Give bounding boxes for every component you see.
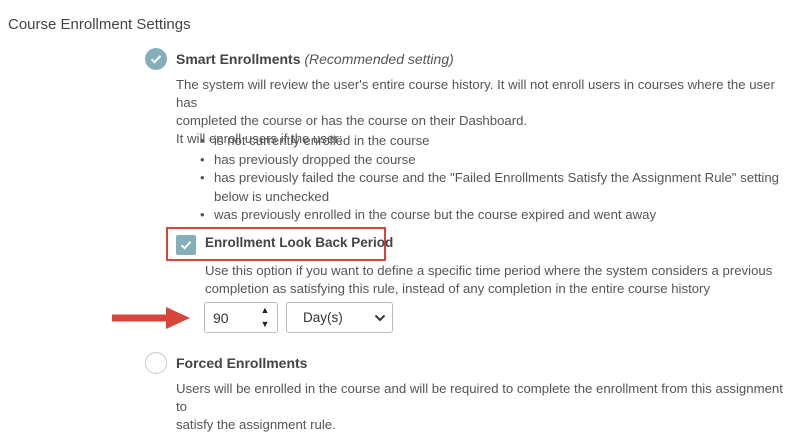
lookback-help: Use this option if you want to define a … <box>205 262 795 298</box>
list-item: is not currently enrolled in the course <box>198 132 779 151</box>
lookback-unit-select[interactable]: Day(s) <box>286 302 393 333</box>
red-arrow-icon <box>112 307 190 329</box>
smart-description-line: The system will review the user's entire… <box>176 77 775 110</box>
forced-description: Users will be enrolled in the course and… <box>176 380 796 434</box>
forced-enrollments-radio[interactable] <box>145 352 167 374</box>
smart-enrollments-title: Smart Enrollments (Recommended setting) <box>176 51 454 67</box>
lookback-unit: Day(s) <box>303 310 343 325</box>
list-item: has previously failed the course and the… <box>198 169 779 188</box>
stepper-spin[interactable]: ▲ ▼ <box>257 305 273 330</box>
section-title: Course Enrollment Settings <box>8 16 191 33</box>
chevron-down-icon <box>374 314 386 322</box>
lookback-value[interactable]: 90 <box>213 310 229 326</box>
smart-description-line: completed the course or has the course o… <box>176 113 528 128</box>
lookback-help-line: completion as satisfying this rule, inst… <box>205 281 711 296</box>
forced-enrollments-title: Forced Enrollments <box>176 355 308 371</box>
check-icon <box>180 241 192 250</box>
smart-enrollments-label: Smart Enrollments <box>176 51 301 67</box>
list-item: was previously enrolled in the course bu… <box>198 206 779 225</box>
forced-description-line: satisfy the assignment rule. <box>176 417 336 432</box>
lookback-label: Enrollment Look Back Period <box>205 235 394 250</box>
recommended-note: (Recommended setting) <box>304 51 454 67</box>
triangle-down-icon[interactable]: ▼ <box>261 319 270 330</box>
check-icon <box>150 55 162 64</box>
list-item-continuation: below is unchecked <box>214 188 330 204</box>
lookback-checkbox[interactable] <box>176 235 196 255</box>
enroll-conditions-list: is not currently enrolled in the course … <box>198 132 779 225</box>
triangle-up-icon[interactable]: ▲ <box>261 305 270 316</box>
lookback-quantity-stepper[interactable]: 90 ▲ ▼ <box>204 302 278 333</box>
lookback-help-line: Use this option if you want to define a … <box>205 263 773 278</box>
forced-description-line: Users will be enrolled in the course and… <box>176 381 783 414</box>
list-item: has previously dropped the course <box>198 151 779 170</box>
smart-enrollments-radio[interactable] <box>145 48 167 70</box>
